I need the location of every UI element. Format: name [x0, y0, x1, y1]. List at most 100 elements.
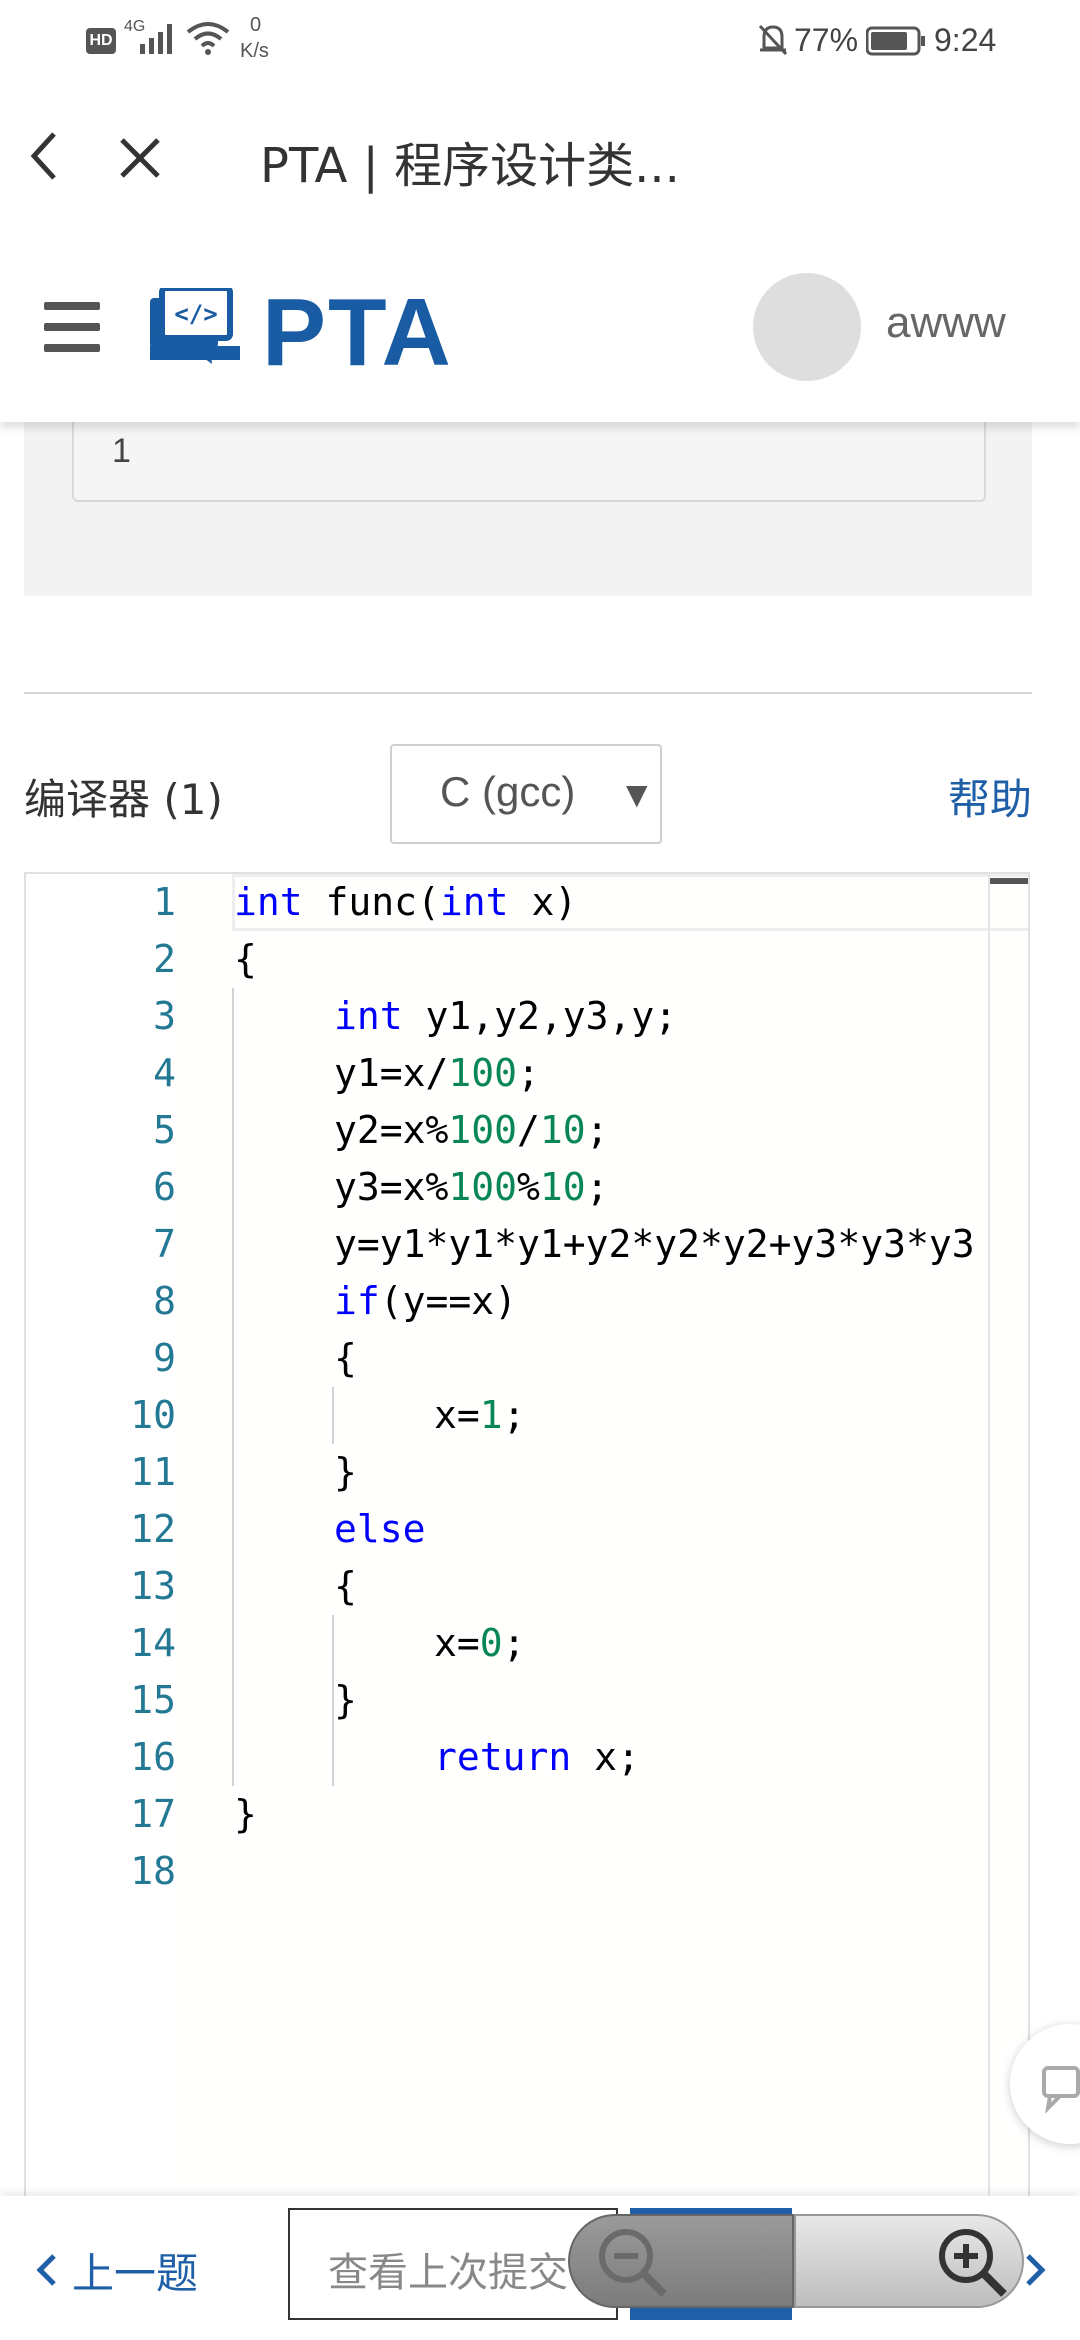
- line-number: 12: [130, 1507, 176, 1551]
- code-token: y1,y2,y3,y;: [402, 994, 678, 1038]
- code-line[interactable]: {: [334, 1330, 357, 1387]
- avatar[interactable]: [753, 273, 861, 381]
- code-line[interactable]: y3=x%100%10;: [334, 1159, 609, 1216]
- line-number: 4: [153, 1051, 176, 1095]
- code-line[interactable]: int y1,y2,y3,y;: [334, 988, 677, 1045]
- code-token: func(: [302, 880, 440, 924]
- back-icon[interactable]: [24, 126, 64, 186]
- pta-logo[interactable]: </> PTA: [150, 279, 490, 386]
- code-token: }: [334, 1678, 357, 1722]
- code-editor[interactable]: 1 2 3 4 5 6 7 8 9 10 11 12 13 14 15 16 17 18 int func(int…: [24, 872, 1030, 2340]
- mute-bell-icon: [756, 22, 790, 58]
- language-select-value[interactable]: C (gcc): [440, 768, 575, 816]
- line-number-gutter: 1 2 3 4 5 6 7 8 9 10 11 12 13 14 15 16 17 18: [26, 874, 176, 2338]
- code-line[interactable]: {: [334, 1558, 357, 1615]
- prev-question-button[interactable]: 上一题: [72, 2240, 198, 2301]
- number-token: 1: [479, 1393, 503, 1437]
- line-number: 8: [153, 1279, 176, 1323]
- code-token: {: [334, 1336, 357, 1380]
- keyword-token: return: [434, 1735, 572, 1779]
- code-chat-icon: </>: [150, 288, 240, 364]
- line-number: 6: [153, 1165, 176, 1209]
- compiler-label: 编译器 (1): [24, 775, 223, 824]
- line-number: 7: [153, 1222, 176, 1266]
- zoom-in-button[interactable]: [794, 2214, 1024, 2308]
- zoom-in-icon: [939, 2229, 1007, 2297]
- code-line[interactable]: y=y1*y1*y1+y2*y2*y2+y3*y3*y3: [334, 1216, 975, 1273]
- code-token: (y==x): [379, 1279, 518, 1323]
- editor-scroll-track[interactable]: [988, 874, 990, 2338]
- hamburger-menu-icon[interactable]: [44, 302, 100, 362]
- prev-chevron-icon[interactable]: [32, 2250, 60, 2290]
- sample-output-box: [72, 422, 986, 502]
- clock: 9:24: [934, 22, 997, 58]
- number-token: 100: [448, 1051, 518, 1095]
- hd-badge: HD: [86, 28, 116, 54]
- indent-guide: [232, 988, 234, 1786]
- code-line[interactable]: y1=x/100;: [334, 1045, 540, 1102]
- code-line[interactable]: }: [334, 1444, 357, 1501]
- line-number: 1: [153, 880, 176, 924]
- editor-scroll-thumb[interactable]: [990, 878, 1028, 884]
- username[interactable]: awww: [886, 298, 1006, 348]
- keyword-token: int: [334, 994, 403, 1038]
- code-line[interactable]: }: [234, 1786, 257, 1843]
- sample-output-value: 1: [112, 432, 131, 470]
- code-token: ;: [502, 1393, 526, 1437]
- line-number: 9: [153, 1336, 176, 1380]
- code-line[interactable]: x=1;: [434, 1387, 526, 1444]
- number-token: 100: [448, 1165, 518, 1209]
- section-divider: [24, 692, 1032, 694]
- keyword-token: else: [334, 1507, 426, 1551]
- dropdown-arrow-icon[interactable]: ▼: [626, 778, 648, 811]
- line-number: 14: [130, 1621, 176, 1665]
- code-token: y2=x%: [334, 1108, 449, 1152]
- code-line[interactable]: return x;: [434, 1729, 640, 1786]
- svg-text:</>: </>: [174, 300, 217, 328]
- line-number: 2: [153, 937, 176, 981]
- code-token: /: [517, 1108, 540, 1152]
- feedback-button[interactable]: [1010, 2024, 1080, 2144]
- page-title: PTA | 程序设计类...: [260, 138, 680, 194]
- line-number: 13: [130, 1564, 176, 1608]
- code-token: ;: [585, 1165, 609, 1209]
- chat-bubble-icon: [1042, 2066, 1080, 2114]
- zoom-out-icon: [599, 2229, 667, 2297]
- number-token: 100: [448, 1108, 518, 1152]
- code-line[interactable]: y2=x%100/10;: [334, 1102, 609, 1159]
- line-number: 5: [153, 1108, 176, 1152]
- code-token: }: [334, 1450, 357, 1494]
- code-token: x;: [571, 1735, 640, 1779]
- code-token: {: [334, 1564, 357, 1608]
- code-token: y=y1*y1*y1+y2*y2*y2+y3*y3*y3: [334, 1222, 975, 1266]
- close-icon[interactable]: [116, 134, 164, 182]
- help-link[interactable]: 帮助: [948, 766, 1032, 827]
- code-token: {: [234, 937, 257, 981]
- line-number: 10: [130, 1393, 176, 1437]
- code-line[interactable]: {: [234, 931, 257, 988]
- number-token: 10: [539, 1165, 586, 1209]
- code-token: ;: [585, 1108, 609, 1152]
- line-number: 11: [130, 1450, 176, 1494]
- zoom-out-button[interactable]: [568, 2214, 794, 2308]
- code-token: y3=x%: [334, 1165, 449, 1209]
- code-line[interactable]: if(y==x): [334, 1273, 517, 1330]
- indent-guide: [332, 1615, 334, 1786]
- code-token: y1=x/: [334, 1051, 449, 1095]
- code-line[interactable]: int func(int x): [234, 874, 577, 931]
- line-number: 3: [153, 994, 176, 1038]
- number-token: 10: [539, 1108, 586, 1152]
- keyword-token: int: [439, 880, 509, 924]
- net-speed-value: 0: [250, 14, 262, 36]
- code-token: ;: [502, 1621, 526, 1665]
- code-token: x=: [434, 1393, 480, 1437]
- code-line[interactable]: }: [334, 1672, 357, 1729]
- keyword-token: int: [234, 880, 303, 924]
- indent-guide: [332, 1387, 334, 1444]
- next-chevron-icon[interactable]: [1022, 2250, 1050, 2290]
- view-last-submission-label[interactable]: 查看上次提交: [328, 2240, 572, 2298]
- code-line[interactable]: else: [334, 1501, 426, 1558]
- code-line[interactable]: x=0;: [434, 1615, 526, 1672]
- battery-percent: 77%: [794, 22, 859, 58]
- line-number: 18: [130, 1849, 176, 1893]
